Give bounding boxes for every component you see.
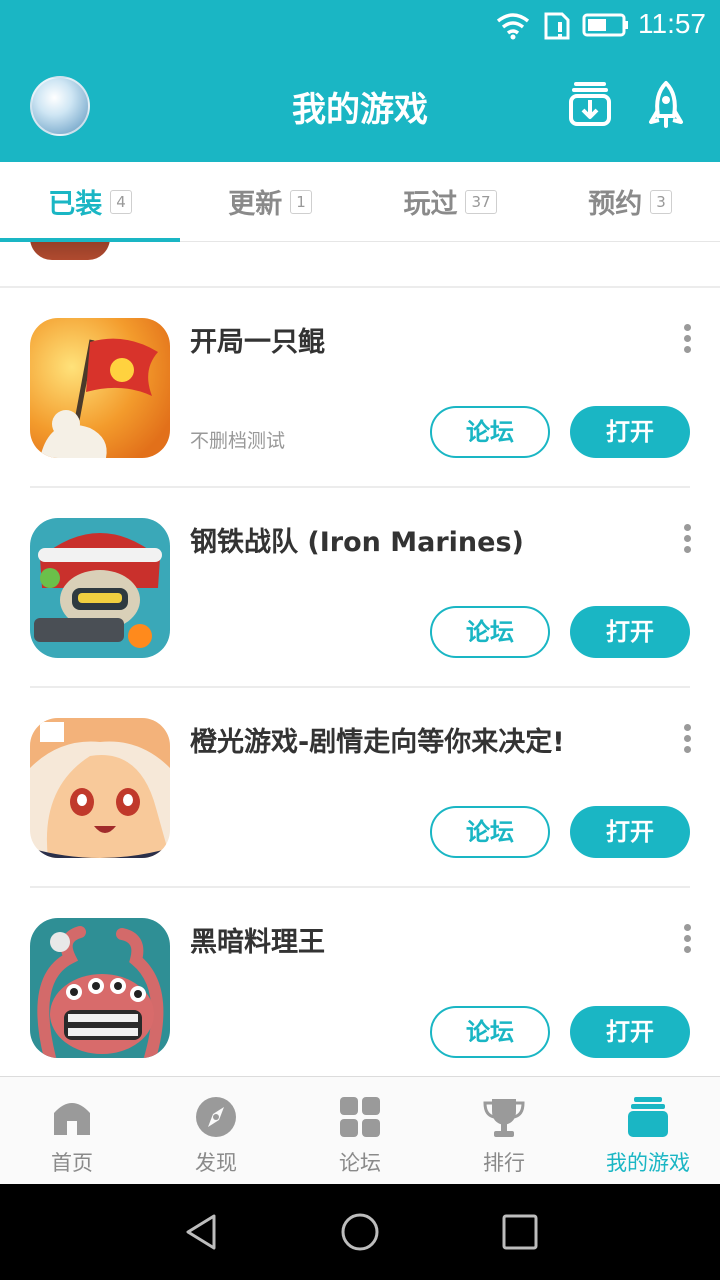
open-button[interactable]: 打开 (570, 606, 690, 658)
tab-installed[interactable]: 已装 4 (0, 162, 180, 242)
game-subtitle: 不删档测试 (190, 430, 286, 452)
back-icon[interactable] (182, 1212, 222, 1252)
list-item[interactable] (0, 242, 720, 288)
game-title: 开局一只鲲 (190, 327, 325, 358)
more-options-icon[interactable] (684, 324, 694, 354)
bottom-nav: 首页 发现 论坛 排行 我的游戏 (0, 1076, 720, 1184)
more-options-icon[interactable] (684, 924, 694, 954)
tab-count-badge: 1 (290, 189, 312, 214)
system-nav-bar (0, 1184, 720, 1280)
game-icon[interactable] (30, 718, 170, 858)
tab-count-badge: 3 (650, 189, 672, 214)
tab-label: 已装 (48, 189, 103, 220)
trophy-icon (483, 1099, 525, 1137)
wifi-icon (496, 13, 530, 40)
game-title: 钢铁战队 (Iron Marines) (190, 527, 524, 558)
app-header: 11:57 我的游戏 (0, 0, 720, 162)
tab-label: 预约 (588, 189, 643, 220)
compass-icon (196, 1097, 236, 1137)
home-circle-icon[interactable] (340, 1212, 380, 1252)
home-icon (54, 1103, 90, 1135)
nav-label: 排行 (483, 1151, 525, 1175)
nav-label: 论坛 (339, 1151, 381, 1175)
download-manager-icon[interactable] (568, 80, 612, 128)
open-button[interactable]: 打开 (570, 1006, 690, 1058)
forum-button[interactable]: 论坛 (430, 606, 550, 658)
more-options-icon[interactable] (684, 724, 694, 754)
game-icon[interactable] (30, 918, 170, 1058)
game-icon[interactable] (30, 518, 170, 658)
nav-ranking[interactable]: 排行 (432, 1077, 576, 1184)
nav-my-games[interactable]: 我的游戏 (576, 1077, 720, 1184)
game-icon (30, 242, 110, 260)
nav-label: 我的游戏 (606, 1151, 690, 1175)
stack-icon (628, 1097, 668, 1137)
game-list[interactable]: 开局一只鲲 不删档测试 论坛 打开 钢铁战队 (Iron Marines) 论坛… (0, 242, 720, 1076)
tab-count-badge: 4 (110, 189, 132, 214)
tab-reserved[interactable]: 预约 3 (540, 162, 720, 241)
tab-label: 更新 (228, 189, 283, 220)
page-title: 我的游戏 (292, 90, 428, 130)
tab-label: 玩过 (403, 189, 458, 220)
list-item[interactable]: 开局一只鲲 不删档测试 论坛 打开 (0, 288, 720, 488)
tab-bar: 已装 4 更新 1 玩过 37 预约 3 (0, 162, 720, 242)
tab-count-badge: 37 (465, 189, 497, 214)
title-bar: 我的游戏 (0, 52, 720, 162)
more-options-icon[interactable] (684, 524, 694, 554)
list-item[interactable]: 黑暗料理王 论坛 打开 (0, 888, 720, 1076)
list-item[interactable]: 钢铁战队 (Iron Marines) 论坛 打开 (0, 488, 720, 688)
game-title: 橙光游戏-剧情走向等你来决定! (190, 727, 565, 758)
nav-label: 发现 (195, 1151, 237, 1175)
open-button[interactable]: 打开 (570, 406, 690, 458)
recents-icon[interactable] (500, 1212, 540, 1252)
nav-discover[interactable]: 发现 (144, 1077, 288, 1184)
tab-updates[interactable]: 更新 1 (180, 162, 360, 241)
status-bar: 11:57 (0, 0, 720, 52)
open-button[interactable]: 打开 (570, 806, 690, 858)
tab-played[interactable]: 玩过 37 (360, 162, 540, 241)
rocket-icon[interactable] (648, 80, 684, 130)
sim-icon (544, 12, 570, 40)
game-icon[interactable] (30, 318, 170, 458)
forum-button[interactable]: 论坛 (430, 1006, 550, 1058)
forum-button[interactable]: 论坛 (430, 806, 550, 858)
list-item[interactable]: 橙光游戏-剧情走向等你来决定! 论坛 打开 (0, 688, 720, 888)
status-time: 11:57 (638, 8, 706, 39)
nav-label: 首页 (51, 1151, 93, 1175)
battery-icon (582, 13, 628, 37)
nav-home[interactable]: 首页 (0, 1077, 144, 1184)
game-title: 黑暗料理王 (190, 927, 325, 958)
grid-icon (340, 1097, 380, 1137)
nav-forum[interactable]: 论坛 (288, 1077, 432, 1184)
forum-button[interactable]: 论坛 (430, 406, 550, 458)
